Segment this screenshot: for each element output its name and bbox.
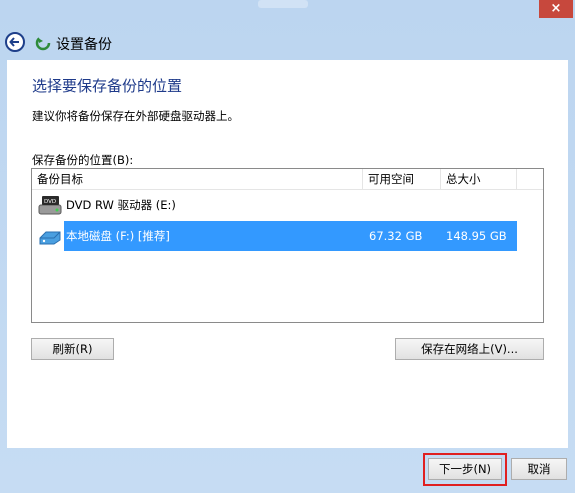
row-name: DVD RW 驱动器 (E:): [66, 198, 176, 212]
list-row-dvd[interactable]: DVD DVD RW 驱动器 (E:): [32, 190, 543, 220]
content-panel: 选择要保存备份的位置 建议你将备份保存在外部硬盘驱动器上。 保存备份的位置(B)…: [7, 60, 568, 448]
location-label: 保存备份的位置(B):: [32, 153, 134, 167]
column-header-target[interactable]: 备份目标: [32, 169, 363, 189]
row-name: 本地磁盘 (F:) [推荐]: [66, 229, 170, 243]
column-header-free-space[interactable]: 可用空间: [363, 169, 441, 189]
list-header: 备份目标 可用空间 总大小: [32, 169, 543, 190]
wizard-title: 设置备份: [56, 37, 112, 53]
dvd-drive-icon: DVD: [38, 196, 62, 215]
close-button[interactable]: ×: [539, 0, 573, 18]
cancel-button[interactable]: 取消: [511, 458, 567, 480]
subtitle-text: 建议你将备份保存在外部硬盘驱动器上。: [32, 109, 239, 123]
refresh-button[interactable]: 刷新(R): [31, 338, 114, 360]
svg-text:DVD: DVD: [44, 199, 56, 205]
list-row-local-disk[interactable]: 本地磁盘 (F:) [推荐] 67.32 GB 148.95 GB: [32, 221, 543, 251]
row-free-space: 67.32 GB: [369, 229, 423, 243]
hard-disk-icon: [39, 231, 61, 245]
title-bar: [258, 0, 308, 8]
row-total-size: 148.95 GB: [446, 229, 507, 243]
back-arrow-icon: [9, 37, 19, 47]
back-button[interactable]: [5, 32, 25, 52]
backup-target-list[interactable]: 备份目标 可用空间 总大小 DVD DVD RW 驱动器 (E:) 本地磁盘 (…: [31, 168, 544, 323]
header-bar: 设置备份: [0, 24, 575, 62]
backup-icon: [35, 35, 51, 51]
save-on-network-button[interactable]: 保存在网络上(V)...: [395, 338, 544, 360]
page-heading: 选择要保存备份的位置: [32, 77, 183, 95]
column-header-total-size[interactable]: 总大小: [441, 169, 517, 189]
next-button-highlight: [423, 453, 507, 486]
